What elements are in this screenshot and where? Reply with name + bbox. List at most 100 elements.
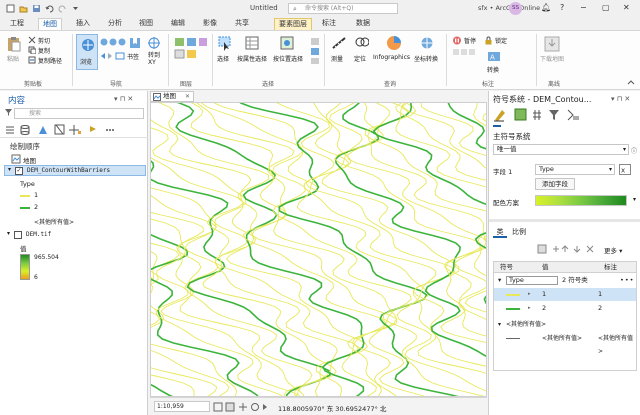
- map-view[interactable]: [150, 102, 487, 397]
- collapse-arrow-icon[interactable]: ▾: [498, 318, 501, 331]
- download-map-button[interactable]: 下载地图: [540, 54, 564, 63]
- tab-classes[interactable]: 类: [493, 227, 507, 238]
- other-values-group-row[interactable]: ▾ <其他所有值>: [494, 318, 636, 331]
- contour-line-minor: [151, 277, 195, 396]
- minimize-button[interactable]: −: [580, 3, 587, 12]
- map-item[interactable]: 地图: [23, 155, 36, 165]
- lock-labels-button[interactable]: 锁定: [495, 36, 507, 45]
- coordinate-conversion-button[interactable]: 坐标转换: [414, 54, 438, 63]
- maximize-button[interactable]: ▢: [602, 3, 610, 12]
- tab-project[interactable]: 工程: [6, 18, 28, 30]
- convert-labels-button[interactable]: 转换: [487, 65, 499, 74]
- filter-icon[interactable]: [4, 108, 13, 119]
- class-label-2[interactable]: 2: [598, 302, 602, 315]
- info-icon[interactable]: ⓘ: [631, 146, 637, 155]
- select-by-attributes-button[interactable]: 按属性选择: [237, 54, 267, 63]
- goto-xy-button[interactable]: 转到 XY: [148, 52, 160, 66]
- layer-name-dem[interactable]: DEM.tif: [26, 231, 51, 238]
- close-tab-icon[interactable]: ✕: [185, 92, 190, 101]
- layer-visibility-checkbox[interactable]: ✓: [15, 167, 23, 175]
- layer-row-contour[interactable]: ▾ ✓ DEM_ContourWithBarriers: [4, 165, 146, 176]
- tab-imagery[interactable]: 影像: [199, 18, 221, 30]
- notifications-icon[interactable]: 🔔︎: [541, 3, 551, 12]
- paste-icon[interactable]: [7, 36, 21, 52]
- tab-map[interactable]: 地图: [38, 18, 62, 30]
- selection-tools-icon[interactable]: [310, 37, 320, 65]
- more-menu[interactable]: 更多 ▾: [604, 245, 622, 255]
- copy-path-button[interactable]: 复制路径: [38, 56, 62, 65]
- expand-arrow-icon[interactable]: ▾: [8, 166, 11, 173]
- collapse-arrow-icon[interactable]: ▾: [498, 274, 501, 287]
- tab-insert[interactable]: 插入: [72, 18, 94, 30]
- symbology-method-dropdown[interactable]: 唯一值 ▾: [493, 144, 629, 155]
- class-group-row[interactable]: ▾ Type 2 符号类 •••: [494, 274, 636, 287]
- map-view-tools-icon[interactable]: [213, 402, 273, 412]
- tab-map-view[interactable]: 地图 ✕: [150, 91, 194, 102]
- copy-button[interactable]: 复制: [38, 46, 50, 55]
- class-row-1[interactable]: ▸ 1 1: [494, 288, 636, 301]
- collapse-ribbon-icon[interactable]: [627, 79, 635, 85]
- qat-dropdown-icon[interactable]: [71, 4, 80, 13]
- color-scheme-dropdown[interactable]: ▾: [535, 195, 636, 206]
- field-label: 字段 1: [493, 168, 513, 176]
- class-edit-toolbar-icon[interactable]: [537, 244, 597, 254]
- undo-icon[interactable]: [45, 4, 54, 13]
- sql-expression-icon[interactable]: x: [619, 164, 631, 175]
- pause-labels-button[interactable]: 暂停: [464, 36, 476, 45]
- locate-button[interactable]: 定位: [354, 54, 366, 63]
- paste-button[interactable]: 粘贴: [7, 54, 19, 63]
- tab-analysis[interactable]: 分析: [104, 18, 126, 30]
- label-tools-icon[interactable]: [452, 48, 476, 56]
- help-icon[interactable]: ?: [560, 3, 564, 12]
- contents-search-input[interactable]: 搜索: [14, 108, 144, 119]
- avatar[interactable]: SS: [509, 2, 522, 15]
- close-button[interactable]: ✕: [623, 3, 630, 12]
- tab-data[interactable]: 数据: [352, 18, 374, 30]
- class-symbol-yellow[interactable]: [506, 294, 520, 296]
- new-project-icon[interactable]: [6, 4, 15, 13]
- other-values-label[interactable]: <其他所有值>: [598, 332, 636, 358]
- open-project-icon[interactable]: [19, 4, 28, 13]
- layer-visibility-checkbox[interactable]: [14, 231, 22, 239]
- layer-tools-icon[interactable]: [174, 37, 208, 65]
- pane-splitter[interactable]: [489, 219, 640, 222]
- bookmarks-button[interactable]: 书签: [127, 52, 139, 61]
- infographics-button[interactable]: Infographics: [373, 54, 410, 61]
- class-row-2[interactable]: ▸ 2 2: [494, 302, 636, 315]
- zoom-buttons-icon[interactable]: [100, 37, 126, 47]
- class-label-1[interactable]: 1: [598, 288, 602, 301]
- expand-arrow-icon[interactable]: ▾: [7, 230, 10, 237]
- class-row-expander[interactable]: ▸: [528, 288, 531, 301]
- save-icon[interactable]: [32, 4, 41, 13]
- tab-view[interactable]: 视图: [135, 18, 157, 30]
- tab-scales[interactable]: 比例: [509, 227, 529, 238]
- group-layer-label: 图层: [180, 81, 193, 88]
- tab-share[interactable]: 共享: [231, 18, 253, 30]
- class-symbol-green[interactable]: [506, 308, 520, 310]
- tab-edit[interactable]: 编辑: [167, 18, 189, 30]
- other-values-value[interactable]: <其他所有值>: [542, 332, 592, 345]
- class-value-2[interactable]: 2: [542, 302, 546, 315]
- redo-icon[interactable]: [58, 4, 67, 13]
- scale-selector[interactable]: 1:10,959: [154, 401, 210, 412]
- tab-labeling[interactable]: 标注: [318, 18, 340, 30]
- measure-button[interactable]: 测量: [331, 54, 343, 63]
- explore-button[interactable]: 浏览: [76, 34, 98, 70]
- other-values-symbol[interactable]: [506, 338, 520, 339]
- contents-view-toolbar-icon[interactable]: [4, 123, 140, 137]
- group-more-icon[interactable]: •••: [620, 274, 635, 287]
- tab-feature-layer[interactable]: 要素图层: [274, 18, 312, 30]
- cut-button[interactable]: 剪切: [38, 36, 50, 45]
- previous-next-extent-icon[interactable]: [100, 51, 126, 61]
- class-value-1[interactable]: 1: [542, 288, 546, 301]
- pane-options-icon[interactable]: ▾ ⊓ ✕: [611, 95, 630, 103]
- command-search-input[interactable]: ⌕ 命令搜索 (Alt+Q): [288, 3, 398, 14]
- class-row-expander[interactable]: ▸: [528, 302, 531, 315]
- select-button[interactable]: 选择: [217, 54, 229, 63]
- field-dropdown[interactable]: Type ▾: [535, 164, 615, 175]
- select-by-location-button[interactable]: 按位置选择: [273, 54, 303, 63]
- other-values-row[interactable]: <其他所有值> <其他所有值>: [494, 332, 636, 355]
- add-field-button[interactable]: 添加字段: [535, 178, 575, 190]
- symbology-toolbar-icon[interactable]: [493, 107, 613, 123]
- pane-options-icon[interactable]: ▾ ⊓ ✕: [114, 95, 133, 103]
